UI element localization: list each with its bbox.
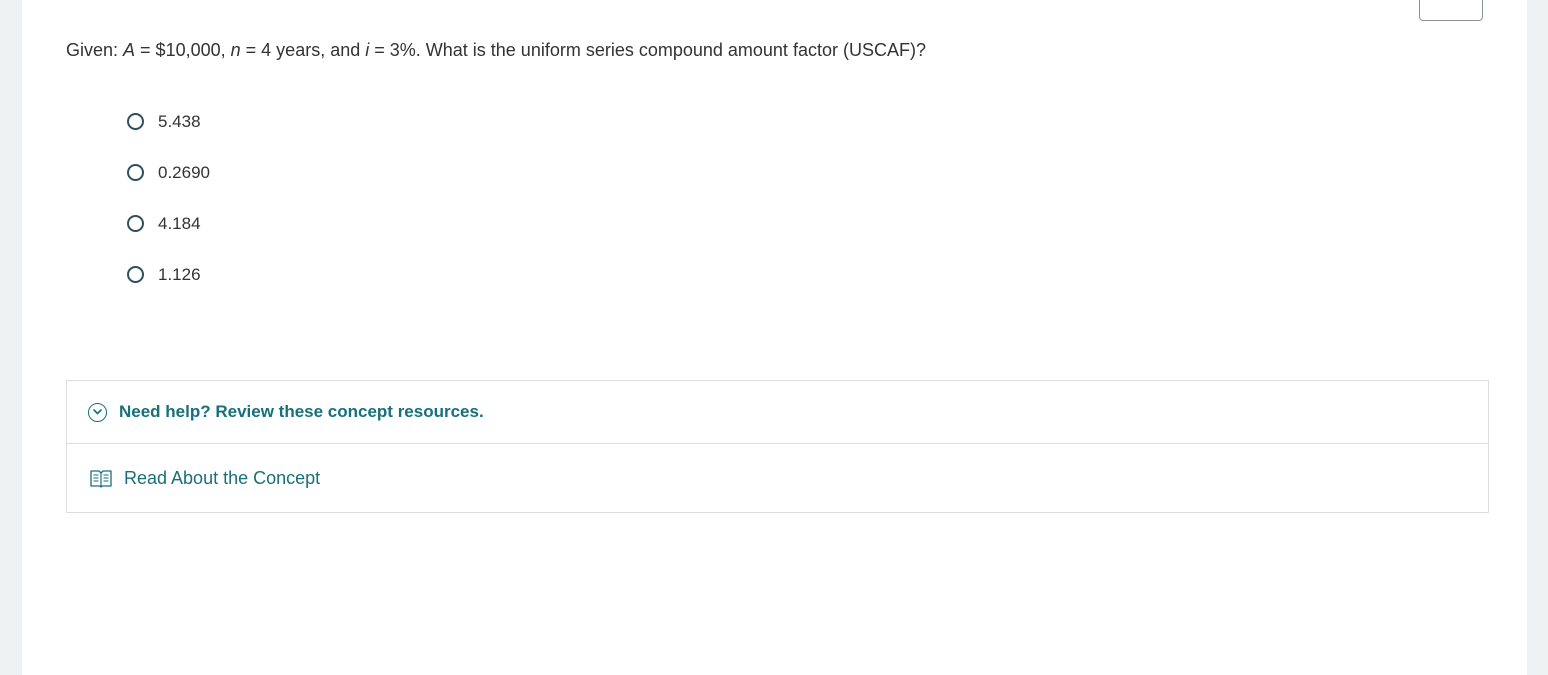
question-part-n: = 4 years, and	[240, 40, 366, 60]
question-var-a: A	[123, 40, 136, 60]
help-title: Need help? Review these concept resource…	[119, 402, 484, 421]
option-label: 1.126	[158, 265, 201, 284]
question-part-a: = $10,000,	[135, 40, 231, 60]
question-prefix: Given:	[66, 40, 124, 60]
option-label: 0.2690	[158, 163, 210, 182]
help-toggle[interactable]: Need help? Review these concept resource…	[67, 381, 1488, 444]
question-var-n: n	[230, 40, 241, 60]
radio-button[interactable]	[127, 266, 144, 283]
question-part-i: = 3%. What is the uniform series compoun…	[369, 40, 926, 60]
radio-button[interactable]	[127, 215, 144, 232]
answer-option[interactable]: 5.438	[127, 110, 210, 161]
top-control-box[interactable]	[1419, 0, 1483, 21]
answer-option[interactable]: 4.184	[127, 212, 210, 263]
option-label: 4.184	[158, 214, 201, 233]
answer-option[interactable]: 1.126	[127, 263, 210, 314]
answer-option[interactable]: 0.2690	[127, 161, 210, 212]
chevron-down-circle-icon	[88, 402, 107, 422]
open-book-icon	[90, 468, 112, 488]
radio-button[interactable]	[127, 164, 144, 181]
question-text: Given: A = $10,000, n = 4 years, and i =…	[66, 38, 926, 62]
radio-button[interactable]	[127, 113, 144, 130]
option-label: 5.438	[158, 112, 201, 131]
help-resource-row: Read About the Concept	[67, 444, 1488, 512]
answer-options: 5.438 0.2690 4.184 1.126	[127, 110, 210, 314]
help-panel: Need help? Review these concept resource…	[66, 380, 1489, 513]
page-content: Given: A = $10,000, n = 4 years, and i =…	[22, 0, 1527, 675]
read-about-concept-link[interactable]: Read About the Concept	[124, 468, 320, 489]
